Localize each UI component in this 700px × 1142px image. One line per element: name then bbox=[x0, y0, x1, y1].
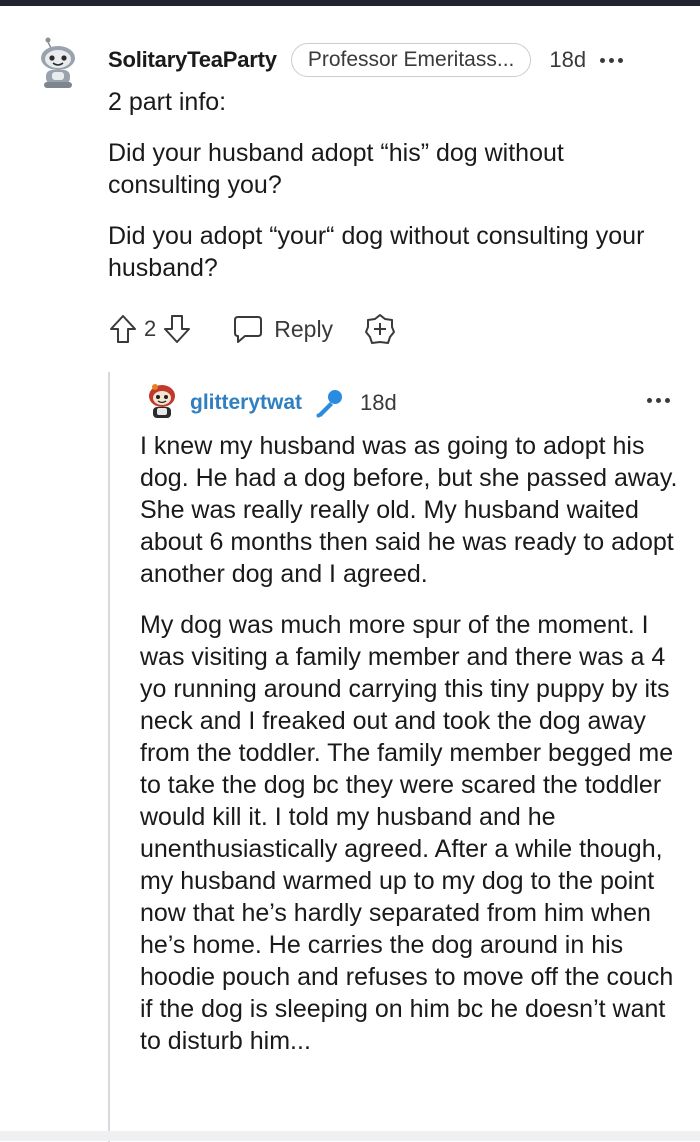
timestamp: 18d bbox=[549, 47, 587, 72]
upvote-arrow-icon[interactable] bbox=[108, 313, 138, 345]
microphone-icon bbox=[316, 390, 343, 418]
comment-paragraph: Did your husband adopt “his” dog without… bbox=[108, 139, 564, 199]
comment-paragraph: I knew my husband was as going to adopt … bbox=[140, 432, 678, 588]
comment-paragraph: My dog was much more spur of the moment.… bbox=[140, 611, 674, 1055]
comment-body: 2 part info: Did your husband adopt “his… bbox=[108, 86, 678, 303]
snoo-avatar-icon bbox=[149, 384, 175, 418]
vote-count: 2 bbox=[144, 316, 157, 341]
downvote-arrow-icon[interactable] bbox=[162, 313, 192, 345]
comment-actions: 2 Reply bbox=[108, 310, 397, 348]
username[interactable]: glitterytwat bbox=[190, 391, 302, 415]
comment-header: glitterytwat 18d bbox=[190, 386, 670, 420]
comment-paragraph: 2 part info: bbox=[108, 88, 227, 116]
reply-button[interactable]: Reply bbox=[232, 314, 333, 344]
reply-label: Reply bbox=[274, 315, 334, 342]
award-plus-icon[interactable] bbox=[363, 312, 397, 346]
more-options-icon[interactable] bbox=[600, 57, 624, 63]
user-flair: Professor Emeritass... bbox=[290, 43, 532, 77]
bottom-divider bbox=[0, 1131, 700, 1141]
thread-line[interactable] bbox=[108, 372, 110, 1142]
speech-bubble-icon bbox=[234, 316, 263, 343]
comment-body: I knew my husband was as going to adopt … bbox=[140, 430, 680, 1076]
timestamp: 18d bbox=[360, 390, 397, 415]
avatar[interactable] bbox=[145, 382, 179, 422]
vote-control: 2 bbox=[108, 313, 192, 345]
more-options-icon[interactable] bbox=[647, 398, 670, 403]
comment-header: SolitaryTeaParty Professor Emeritass... … bbox=[108, 42, 678, 78]
username[interactable]: SolitaryTeaParty bbox=[108, 47, 277, 73]
top-bar bbox=[0, 0, 700, 6]
avatar[interactable] bbox=[34, 36, 82, 90]
snoo-avatar-icon bbox=[41, 37, 75, 88]
comment-paragraph: Did you adopt “your“ dog without consult… bbox=[108, 222, 645, 282]
